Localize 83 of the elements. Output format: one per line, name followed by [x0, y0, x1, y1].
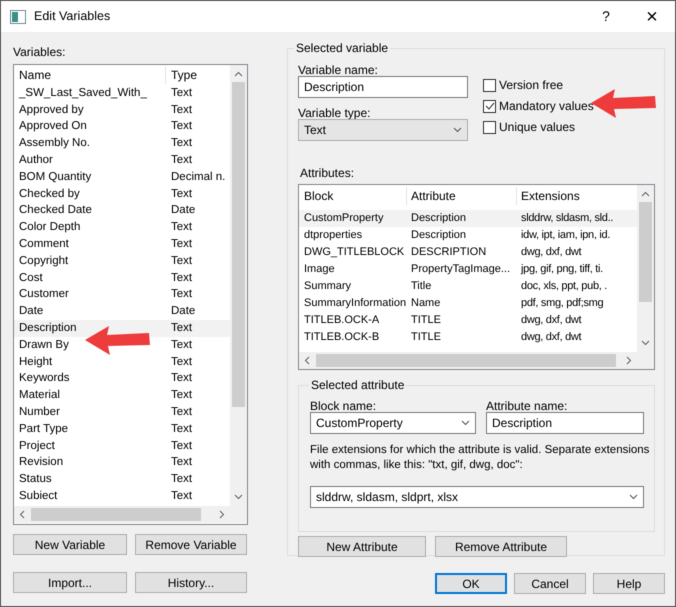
- list-row[interactable]: Customer Text: [14, 286, 230, 304]
- list-row[interactable]: Approved On Text: [14, 118, 230, 136]
- checkbox[interactable]: Unique values: [483, 119, 594, 135]
- scroll-right-icon[interactable]: [626, 356, 632, 365]
- list-row[interactable]: Keywords Text: [14, 370, 230, 388]
- list-row[interactable]: Comment Text: [14, 236, 230, 253]
- list-row[interactable]: Revision Text: [14, 454, 230, 472]
- dropdown[interactable]: CustomProperty: [310, 412, 476, 434]
- scroll-up-icon[interactable]: [641, 191, 650, 197]
- table-row[interactable]: dtproperties Description idw, ipt, iam, ipn, id.: [299, 227, 637, 244]
- scroll-down-icon[interactable]: [234, 494, 243, 500]
- button[interactable]: Help: [593, 573, 665, 594]
- table-row[interactable]: TITLEB.OCK-B TITLE dwg, dxf, dwt: [299, 329, 637, 346]
- list-row[interactable]: Copyright Text: [14, 252, 230, 270]
- chevron-down-icon: [461, 420, 470, 426]
- help-button[interactable]: ?: [583, 1, 629, 32]
- field-label: Block name:: [310, 398, 378, 412]
- input-field[interactable]: Description: [298, 76, 468, 98]
- button[interactable]: History...: [135, 572, 247, 593]
- button[interactable]: New Attribute: [298, 536, 426, 557]
- table-row[interactable]: SummaryInformation Name pdf, smg, pdf;smg: [299, 295, 637, 312]
- close-button[interactable]: ×: [629, 1, 675, 32]
- table-row[interactable]: CustomProperty Description slddrw, sldasm, sld..: [299, 210, 637, 227]
- list-row[interactable]: Color Depth Text: [14, 219, 230, 236]
- checkbox[interactable]: Version free: [483, 77, 594, 93]
- scroll-left-icon[interactable]: [304, 356, 310, 365]
- list-row[interactable]: Height Text: [14, 354, 230, 371]
- window-title: Edit Variables: [34, 8, 110, 26]
- button[interactable]: Remove Attribute: [435, 536, 567, 557]
- button[interactable]: New Variable: [13, 534, 127, 555]
- group-title: Selected variable: [294, 41, 390, 55]
- annotation-arrow: [83, 324, 153, 356]
- list-row[interactable]: Project Text: [14, 438, 230, 455]
- list-row[interactable]: Status Text: [14, 471, 230, 488]
- list-row[interactable]: _SW_Last_Saved_With_ Text: [14, 85, 230, 102]
- checkbox[interactable]: Mandatory values: [483, 98, 594, 114]
- attributes-label: Attributes:: [299, 165, 356, 180]
- table-header: Block Attribute Extensions: [299, 185, 637, 207]
- scroll-right-icon[interactable]: [219, 510, 225, 519]
- button[interactable]: Import...: [13, 572, 127, 593]
- list-row[interactable]: Part Type Text: [14, 420, 230, 438]
- input-field[interactable]: Description: [486, 412, 644, 434]
- chevron-down-icon: [629, 494, 638, 500]
- table-row[interactable]: Summary Title doc, xls, ppt, pub, .: [299, 278, 637, 295]
- list-row[interactable]: Material Text: [14, 387, 230, 404]
- column-header: Name: [14, 66, 166, 84]
- list-row[interactable]: Description Text: [14, 320, 230, 337]
- list-row[interactable]: Author Text: [14, 152, 230, 169]
- button[interactable]: Cancel: [514, 573, 586, 594]
- scroll-up-icon[interactable]: [234, 71, 243, 77]
- table-row[interactable]: TITLEB.OCK-A TITLE dwg, dxf, dwt: [299, 312, 637, 329]
- list-row[interactable]: Number Text: [14, 404, 230, 421]
- list-row[interactable]: Checked by Text: [14, 186, 230, 203]
- dropdown[interactable]: slddrw, sldasm, sldprt, xlsx: [310, 486, 644, 508]
- list-row[interactable]: Checked Date Date: [14, 202, 230, 220]
- scroll-left-icon[interactable]: [19, 510, 25, 519]
- list-row[interactable]: Date Date: [14, 303, 230, 320]
- variables-label: Variables:: [13, 44, 66, 59]
- list-row[interactable]: Cost Text: [14, 270, 230, 287]
- table-row[interactable]: DWG_TITLEBLOCK DESCRIPTION dwg, dxf, dwt: [299, 244, 637, 261]
- hint-text: File extensions for which the attribute is valid. Separate extensions with commas, like this: "txt, gif, dwg, doc":: [310, 443, 650, 473]
- field-label: Attribute name:: [486, 398, 568, 412]
- list-row[interactable]: Assembly No. Text: [14, 135, 230, 152]
- list-row[interactable]: Subiect Text: [14, 488, 230, 505]
- horizontal-scrollbar[interactable]: [299, 352, 637, 369]
- scroll-down-icon[interactable]: [641, 340, 650, 346]
- group-title: Selected attribute: [309, 378, 406, 392]
- table-row[interactable]: Image PropertyTagImage... jpg, gif, png, tiff, ti.: [299, 261, 637, 278]
- field-label: Variable name:: [298, 62, 379, 76]
- vertical-scrollbar[interactable]: [637, 185, 654, 352]
- list-row[interactable]: Approved by Text: [14, 102, 230, 119]
- field-label: Variable type:: [298, 105, 372, 119]
- vertical-scrollbar[interactable]: [230, 65, 247, 506]
- list-row[interactable]: BOM Quantity Decimal n.: [14, 168, 230, 186]
- list-row[interactable]: Drawn By Text: [14, 336, 230, 354]
- button[interactable]: OK: [435, 573, 507, 594]
- horizontal-scrollbar[interactable]: [14, 506, 230, 523]
- column-header: Type: [170, 67, 198, 84]
- check-icon: [484, 102, 494, 110]
- chevron-down-icon: [453, 127, 462, 133]
- window-icon: [10, 10, 26, 24]
- button[interactable]: Remove Variable: [135, 534, 247, 555]
- dropdown[interactable]: Text: [298, 119, 468, 141]
